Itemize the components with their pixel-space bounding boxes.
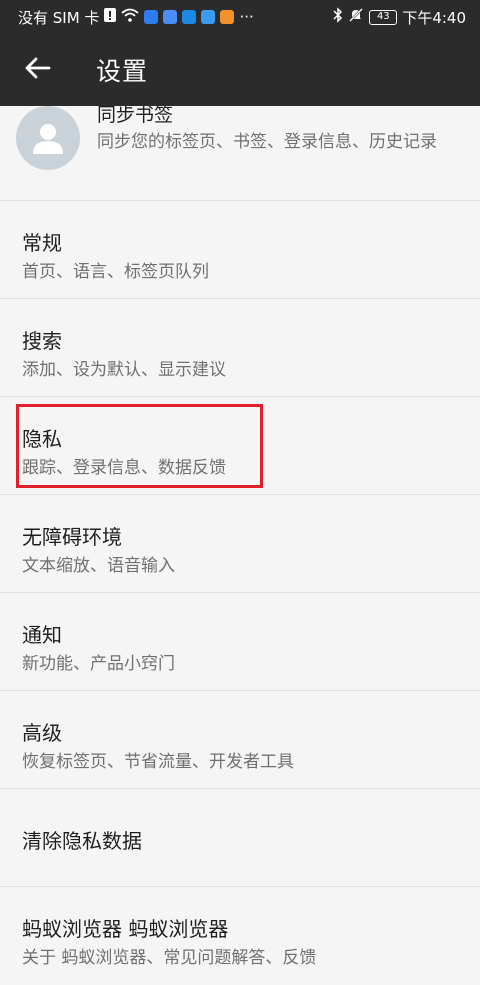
app-weather-icon [201,10,216,24]
sync-bookmarks-item[interactable]: 同步书签 同步您的标签页、书签、登录信息、历史记录 [0,106,480,201]
sync-title: 同步书签 [97,106,174,126]
bluetooth-icon [333,7,343,27]
page-title: 设置 [96,57,149,86]
settings-item-general[interactable]: 常规 首页、语言、标签页队列 [0,201,480,299]
item-title: 搜索 [22,329,62,353]
wifi-icon [121,8,140,26]
avatar [16,106,80,170]
more-dots-icon: ··· [239,8,254,26]
item-title: 无障碍环境 [22,525,122,549]
item-subtitle: 新功能、产品小窍门 [22,654,175,674]
app-cloud-icon [182,10,197,24]
battery-icon: 43 [369,9,398,25]
item-title: 高级 [22,721,62,745]
settings-item-notifications[interactable]: 通知 新功能、产品小窍门 [0,593,480,691]
settings-item-search[interactable]: 搜索 添加、设为默认、显示建议 [0,299,480,397]
item-subtitle: 首页、语言、标签页队列 [22,262,209,282]
settings-item-about[interactable]: 蚂蚁浏览器 蚂蚁浏览器 关于 蚂蚁浏览器、常见问题解答、反馈 [0,887,480,985]
item-subtitle: 跟踪、登录信息、数据反馈 [22,458,226,478]
mute-icon [348,7,364,27]
alert-icon [104,8,117,26]
item-subtitle: 添加、设为默认、显示建议 [22,360,226,380]
arrow-left-icon [25,57,51,83]
carrier-text: 没有 SIM 卡 [18,8,100,27]
item-title: 常规 [22,231,62,255]
settings-item-privacy[interactable]: 隐私 跟踪、登录信息、数据反馈 [0,397,480,495]
app-bulb-icon [144,10,159,24]
app-music-icon [163,10,178,24]
user-silhouette-icon [33,124,63,154]
app-bar: 设置 [0,34,480,106]
sync-subtitle: 同步您的标签页、书签、登录信息、历史记录 [97,132,437,152]
item-title: 隐私 [22,427,62,451]
item-subtitle: 文本缩放、语音输入 [22,556,175,576]
item-title: 清除隐私数据 [22,829,142,853]
status-right: 43 下午4:40 [333,7,466,28]
clock-text: 下午4:40 [402,8,466,27]
app-play-icon [220,10,235,24]
settings-item-accessibility[interactable]: 无障碍环境 文本缩放、语音输入 [0,495,480,593]
status-left: 没有 SIM 卡 ··· [18,7,254,28]
item-subtitle: 关于 蚂蚁浏览器、常见问题解答、反馈 [22,948,317,968]
status-bar: 没有 SIM 卡 ··· 43 下午4:40 [0,0,480,34]
item-title: 蚂蚁浏览器 蚂蚁浏览器 [22,917,229,941]
settings-item-advanced[interactable]: 高级 恢复标签页、节省流量、开发者工具 [0,691,480,789]
item-title: 通知 [22,623,62,647]
item-subtitle: 恢复标签页、节省流量、开发者工具 [22,752,294,772]
back-button[interactable] [10,42,66,98]
settings-item-clear-private-data[interactable]: 清除隐私数据 [0,789,480,887]
settings-list: 同步书签 同步您的标签页、书签、登录信息、历史记录 常规 首页、语言、标签页队列… [0,106,480,985]
